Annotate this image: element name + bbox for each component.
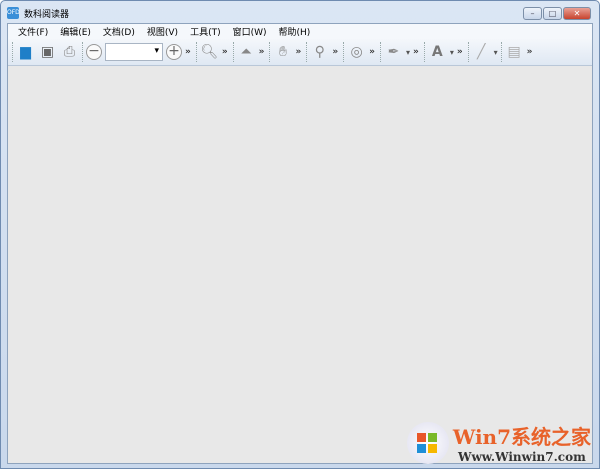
- more-button[interactable]: »: [457, 47, 463, 57]
- text-icon[interactable]: A: [428, 43, 447, 62]
- more-button[interactable]: »: [369, 47, 375, 57]
- more-button[interactable]: »: [295, 47, 301, 57]
- menu-help[interactable]: 帮助(H): [273, 25, 317, 38]
- maximize-button[interactable]: □: [543, 7, 562, 20]
- close-button[interactable]: ✕: [563, 7, 591, 20]
- menu-document[interactable]: 文档(D): [97, 25, 141, 38]
- chevron-down-icon[interactable]: ▾: [406, 48, 410, 57]
- chevron-down-icon[interactable]: ▾: [450, 48, 454, 57]
- magnifier-icon[interactable]: ⚲: [310, 43, 329, 62]
- note-icon[interactable]: ▤: [505, 43, 524, 62]
- menu-edit[interactable]: 编辑(E): [54, 25, 97, 38]
- main-area: 文件(F) 编辑(E) 文档(D) 视图(V) 工具(T) 窗口(W) 帮助(H…: [7, 23, 593, 464]
- more-button[interactable]: »: [413, 47, 419, 57]
- more-button[interactable]: »: [185, 47, 191, 57]
- windows-logo-icon: [406, 421, 449, 464]
- menu-bar: 文件(F) 编辑(E) 文档(D) 视图(V) 工具(T) 窗口(W) 帮助(H…: [8, 24, 592, 39]
- zoom-select[interactable]: [105, 43, 163, 61]
- line-icon[interactable]: ╱: [472, 43, 491, 62]
- zoom-out-button[interactable]: −: [86, 44, 102, 60]
- save-icon[interactable]: ▣: [38, 43, 57, 62]
- more-button[interactable]: »: [332, 47, 338, 57]
- app-icon: OFD: [7, 7, 20, 19]
- more-button[interactable]: »: [222, 47, 228, 57]
- search-icon[interactable]: 🔍︎: [200, 43, 219, 62]
- window-title: 数科阅读器: [24, 9, 70, 20]
- minimize-button[interactable]: –: [523, 7, 542, 20]
- print-icon[interactable]: ⎙: [60, 43, 79, 62]
- zoom-in-button[interactable]: +: [166, 44, 182, 60]
- chevron-down-icon[interactable]: ▾: [494, 48, 498, 57]
- menu-window[interactable]: 窗口(W): [227, 25, 273, 38]
- stamp-icon[interactable]: ◎: [347, 43, 366, 62]
- watermark-brand: Win7系统之家: [452, 425, 591, 449]
- watermark: Win7系统之家 Www.Winwin7.com: [406, 421, 591, 464]
- menu-tools[interactable]: 工具(T): [184, 25, 227, 38]
- pen-icon[interactable]: ✒︎: [384, 43, 403, 62]
- fit-page-icon[interactable]: ⏶: [237, 43, 256, 62]
- toolbar: ▆ ▣ ⎙ − + » 🔍︎ » ⏶ » ✋︎ » ⚲ » ◎ » ✒︎ ▾ »…: [8, 39, 592, 66]
- watermark-url: Www.Winwin7.com: [458, 450, 586, 464]
- more-button[interactable]: »: [527, 47, 533, 57]
- menu-view[interactable]: 视图(V): [141, 25, 184, 38]
- menu-file[interactable]: 文件(F): [12, 25, 54, 38]
- more-button[interactable]: »: [259, 47, 265, 57]
- open-icon[interactable]: ▆: [16, 43, 35, 62]
- hand-icon[interactable]: ✋︎: [273, 43, 292, 62]
- app-window: OFD 数科阅读器 – □ ✕ 文件(F) 编辑(E) 文档(D) 视图(V) …: [0, 0, 600, 469]
- title-bar: OFD 数科阅读器: [7, 5, 69, 21]
